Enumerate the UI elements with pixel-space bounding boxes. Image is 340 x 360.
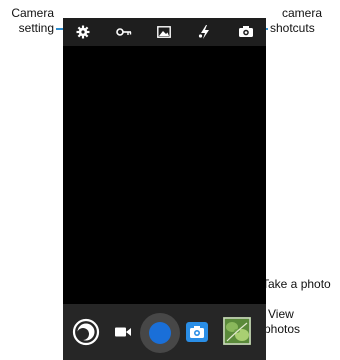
camera-shortcuts-callout-line1: camera — [282, 6, 323, 20]
camera-shortcuts-callout: camera shotcuts — [270, 6, 322, 36]
photo-camera-icon[interactable] — [185, 320, 209, 344]
image-icon[interactable] — [154, 22, 174, 42]
video-camera-icon[interactable] — [113, 322, 133, 342]
view-photos-callout: View photos — [264, 307, 300, 337]
camera-top-toolbar — [63, 18, 266, 46]
shutter-button[interactable] — [139, 312, 181, 354]
gear-icon[interactable] — [73, 22, 93, 42]
camera-bottom-bar — [63, 304, 266, 360]
key-icon[interactable] — [114, 22, 134, 42]
take-photo-callout: Take a photo — [262, 277, 331, 291]
camera-setting-callout-line1: Camera — [11, 6, 54, 20]
camera-screen — [63, 18, 266, 360]
camera-setting-callout: Camera setting — [10, 6, 54, 36]
camera-shortcuts-callout-line2: shotcuts — [270, 21, 315, 35]
gallery-thumbnail[interactable] — [223, 317, 251, 345]
mode-dial-icon[interactable] — [71, 317, 101, 347]
view-photos-callout-line1: View — [268, 307, 294, 321]
camera-switch-icon[interactable] — [236, 22, 256, 42]
camera-setting-callout-line2: setting — [18, 21, 54, 35]
camera-viewfinder[interactable] — [63, 46, 266, 322]
view-photos-callout-line2: photos — [264, 322, 301, 336]
flash-icon[interactable] — [195, 22, 215, 42]
